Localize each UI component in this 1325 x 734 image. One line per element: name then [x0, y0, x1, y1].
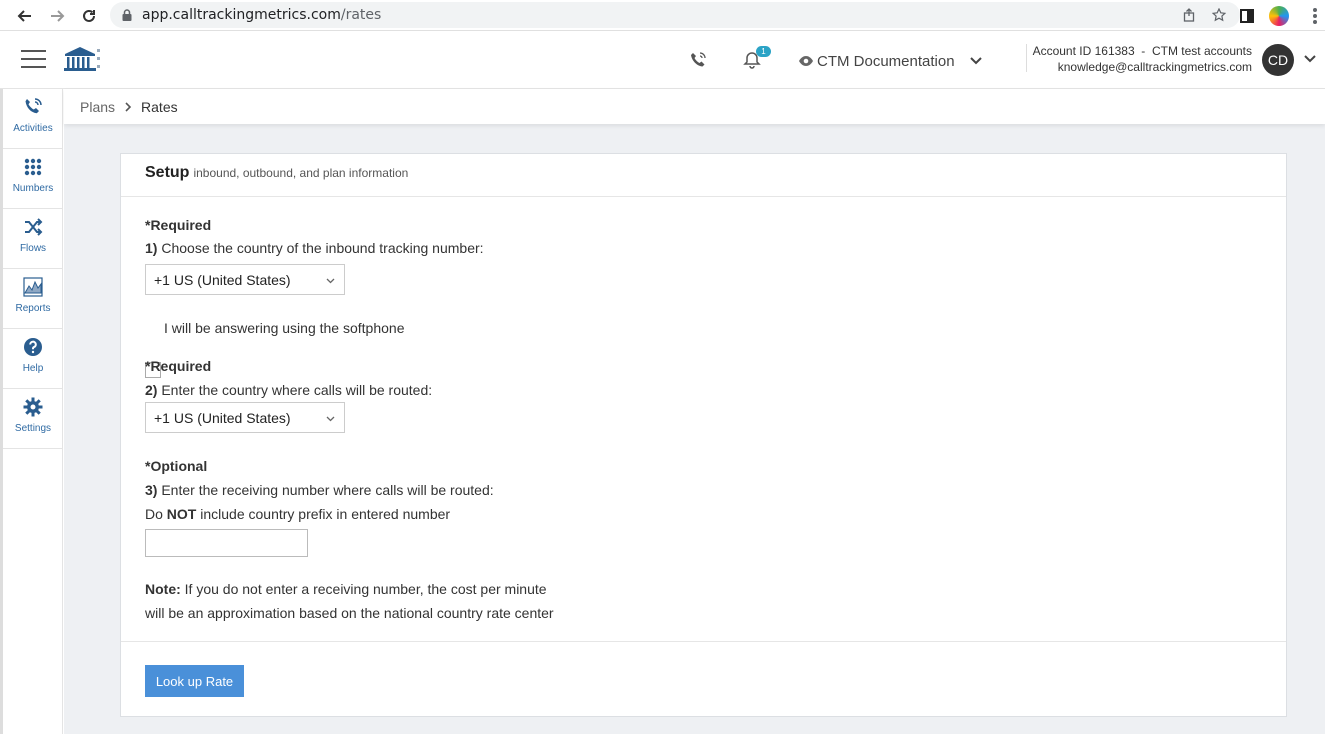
chevron-down-icon	[326, 416, 335, 422]
look-up-rate-button[interactable]: Look up Rate	[145, 665, 244, 697]
sidebar-item-label: Activities	[13, 123, 53, 134]
sidebar-item-flows[interactable]: Flows	[3, 209, 63, 269]
lock-icon	[122, 9, 132, 21]
inbound-country-value: +1 US (United States)	[154, 271, 291, 288]
arrow-right-icon	[51, 9, 65, 22]
required-label-2: *Required	[145, 358, 212, 374]
reload-button[interactable]	[74, 0, 104, 31]
chart-icon	[23, 277, 43, 297]
note-line-1: Note: If you do not enter a receiving nu…	[145, 581, 547, 597]
routing-country-value: +1 US (United States)	[154, 409, 291, 426]
url-path: /rates	[340, 7, 382, 23]
chevron-down-icon[interactable]	[1304, 55, 1316, 63]
profile-icon[interactable]	[1269, 5, 1289, 26]
address-bar[interactable]: app.calltrackingmetrics.com/rates	[110, 2, 1240, 28]
forward-button[interactable]	[42, 0, 72, 31]
panel-header: Setup inbound, outbound, and plan inform…	[121, 154, 1286, 197]
receiving-number-label: 3) Enter the receiving number where call…	[145, 482, 494, 498]
breadcrumb-plans-link[interactable]: Plans	[80, 99, 115, 115]
optional-label: *Optional	[145, 458, 208, 474]
sidebar-item-label: Reports	[15, 303, 51, 314]
sidebar-item-help[interactable]: Help	[3, 329, 63, 389]
sidebar-item-reports[interactable]: Reports	[3, 269, 63, 329]
note-line-2: will be an approximation based on the na…	[145, 605, 554, 621]
grid-icon	[24, 158, 42, 176]
breadcrumb: Plans Rates	[64, 89, 1325, 124]
rate-form: *Required 1) Choose the country of the i…	[121, 197, 1286, 642]
page-subtitle: inbound, outbound, and plan information	[193, 166, 409, 180]
account-switcher-label: CTM Documentation	[817, 52, 955, 70]
breadcrumb-current: Rates	[141, 98, 178, 115]
shuffle-icon	[25, 218, 43, 236]
sidebar-item-label: Help	[22, 363, 44, 374]
ctm-logo[interactable]	[62, 45, 102, 73]
eye-icon	[799, 56, 813, 66]
star-icon[interactable]	[1212, 8, 1226, 22]
required-label-1: *Required	[145, 217, 212, 233]
chevron-down-icon	[969, 57, 982, 65]
avatar[interactable]: CD	[1262, 44, 1294, 76]
chrome-menu-icon[interactable]	[1313, 8, 1317, 24]
app-header: 1 CTM Documentation Account ID 161383 - …	[0, 31, 1325, 89]
page-title: Setup	[145, 164, 190, 181]
routing-country-label: 2) Enter the country where calls will be…	[145, 382, 433, 398]
account-switcher[interactable]: CTM Documentation	[798, 50, 982, 72]
arrow-left-icon	[17, 9, 31, 22]
prefix-hint: Do NOT include country prefix in entered…	[145, 506, 451, 522]
chevron-down-icon	[326, 278, 335, 284]
question-icon	[24, 338, 42, 356]
softphone-label: I will be answering using the softphone	[164, 320, 405, 336]
sidebar-panel-icon[interactable]	[1239, 8, 1255, 24]
routing-country-select[interactable]: +1 US (United States)	[145, 402, 345, 433]
hamburger-menu-icon[interactable]	[21, 50, 46, 68]
browser-toolbar: app.calltrackingmetrics.com/rates	[0, 0, 1325, 31]
sidebar-item-numbers[interactable]: Numbers	[3, 149, 63, 209]
gear-icon	[23, 397, 43, 417]
header-divider	[1026, 44, 1027, 72]
sidebar-item-settings[interactable]: Settings	[3, 389, 63, 449]
account-email: knowledge@calltrackingmetrics.com	[1057, 60, 1252, 74]
account-id-line: Account ID 161383 - CTM test accounts	[1032, 44, 1252, 58]
phone-icon[interactable]	[689, 51, 707, 69]
sidebar-item-label: Settings	[14, 423, 52, 434]
inbound-country-label: 1) Choose the country of the inbound tra…	[145, 240, 484, 256]
sidebar: Activities Numbers Flows Reports Help Se…	[3, 89, 63, 734]
account-info: Account ID 161383 - CTM test accounts kn…	[1033, 43, 1252, 75]
receiving-number-input[interactable]	[145, 529, 308, 557]
url-host: app.calltrackingmetrics.com	[142, 7, 341, 23]
inbound-country-select[interactable]: +1 US (United States)	[145, 264, 345, 295]
sidebar-item-label: Numbers	[12, 183, 54, 194]
chevron-right-icon	[125, 101, 132, 112]
back-button[interactable]	[10, 0, 40, 31]
sidebar-item-activities[interactable]: Activities	[3, 89, 63, 149]
setup-panel: Setup inbound, outbound, and plan inform…	[120, 153, 1287, 717]
reload-icon	[83, 9, 95, 22]
share-icon[interactable]	[1182, 8, 1196, 22]
phone-activity-icon	[25, 98, 42, 114]
main-content: Setup inbound, outbound, and plan inform…	[64, 124, 1325, 734]
sidebar-item-label: Flows	[19, 243, 47, 254]
notification-badge: 1	[756, 46, 771, 57]
